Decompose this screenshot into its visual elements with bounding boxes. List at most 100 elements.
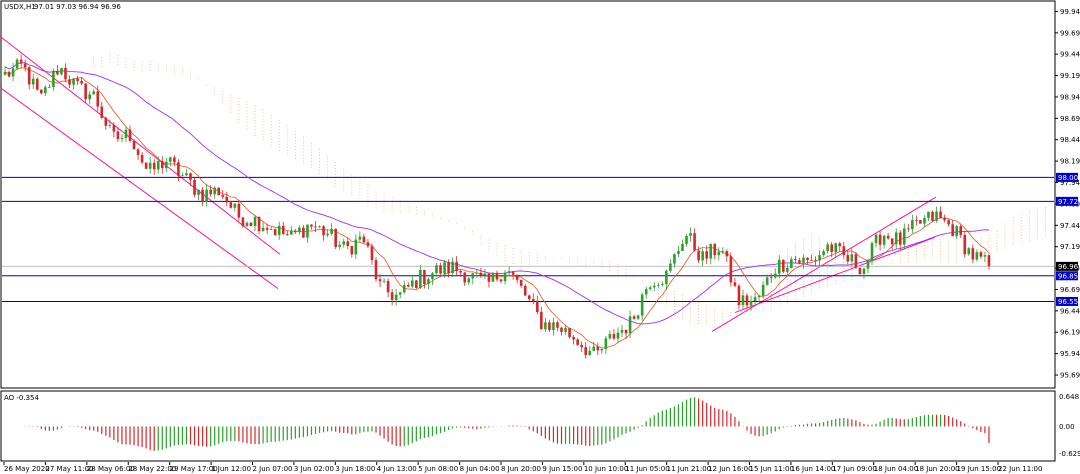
candle-body — [165, 161, 168, 169]
level-price-tag-label: 96.55 — [1058, 298, 1078, 306]
candle-body — [830, 244, 833, 253]
candle-body — [471, 273, 475, 279]
price-tick-label: 98.19 — [1060, 158, 1080, 166]
candle-body — [584, 347, 588, 355]
candle-body — [572, 336, 575, 340]
candle-body — [48, 87, 51, 88]
candle-body — [886, 235, 890, 239]
time-tick-label: 16 Jun 14:00 — [791, 465, 835, 473]
candle-body — [838, 243, 842, 247]
candle-body — [132, 140, 136, 150]
time-tick-label: 17 Jun 09:00 — [832, 465, 876, 473]
candle-body — [592, 346, 596, 351]
candle-body — [669, 263, 672, 271]
candle-body — [439, 265, 442, 274]
time-tick-label: 4 Jun 13:00 — [377, 465, 417, 473]
candle-body — [346, 241, 350, 246]
candle-body — [862, 268, 866, 275]
level-price-tag-label: 97.72 — [1058, 198, 1078, 206]
candle-body — [677, 250, 680, 255]
candle-body — [568, 327, 571, 337]
trading-chart[interactable]: 99.94 99.69 99.44 99.19 98.94 98.69 98.44 98.19… — [0, 0, 1080, 474]
candle-body — [697, 250, 700, 261]
candle-body — [580, 344, 583, 348]
candle-body — [556, 322, 559, 328]
candle-body — [229, 202, 233, 208]
candle-body — [209, 189, 212, 195]
candle-body — [245, 222, 249, 227]
time-tick-label: 26 May 2020 — [4, 465, 50, 473]
candle-body — [923, 217, 926, 224]
time-tick-label: 3 Jun 18:00 — [335, 465, 375, 473]
candle-body — [294, 230, 297, 233]
candle-body — [955, 226, 959, 237]
candle-body — [56, 70, 59, 75]
candle-body — [818, 255, 821, 261]
candle-body — [241, 217, 245, 227]
price-tick-label: 95.69 — [1060, 372, 1080, 380]
candle-body — [281, 225, 285, 234]
candle-body — [451, 261, 454, 274]
candle-body — [169, 157, 172, 162]
candle-body — [983, 255, 987, 257]
price-tick-label: 96.69 — [1060, 286, 1080, 294]
candle-body — [128, 129, 132, 141]
candle-body — [108, 125, 112, 126]
candle-body — [725, 251, 729, 257]
time-tick-label: 22 Jun 11:00 — [998, 465, 1042, 473]
candle-body — [911, 220, 914, 230]
candle-body — [761, 284, 765, 296]
candle-body — [701, 251, 704, 261]
candle-body — [136, 149, 140, 155]
candle-body — [415, 280, 418, 288]
candle-body — [354, 239, 358, 255]
price-tick-label: 97.44 — [1060, 222, 1080, 230]
candle-body — [233, 203, 237, 208]
price-tick-label: 97.19 — [1060, 243, 1080, 251]
candle-body — [596, 346, 600, 351]
candle-body — [334, 228, 337, 247]
candle-body — [277, 225, 281, 235]
candle-body — [410, 280, 414, 287]
candle-body — [116, 131, 120, 140]
time-tick-label: 11 Jun 05:00 — [625, 465, 669, 473]
candle-body — [285, 233, 289, 235]
candle-body — [842, 246, 846, 256]
candle-body — [959, 226, 963, 235]
candle-body — [902, 228, 906, 245]
candle-body — [576, 339, 579, 345]
candle-body — [318, 226, 321, 228]
ao-panel[interactable] — [0, 390, 1056, 462]
candle-body — [519, 279, 523, 286]
candle-body — [721, 251, 725, 252]
candle-body — [661, 283, 664, 285]
candle-body — [120, 137, 124, 140]
candle-body — [854, 254, 858, 268]
candle-body — [673, 254, 676, 264]
candle-body — [72, 78, 75, 85]
candle-body — [947, 220, 950, 225]
candle-body — [802, 257, 805, 263]
candle-body — [794, 259, 797, 261]
price-panel[interactable] — [0, 0, 1056, 389]
candle-body — [322, 226, 325, 236]
price-axis: 99.94 99.69 99.44 99.19 98.94 98.69 98.44 98.19… — [1055, 8, 1080, 380]
candle-body — [491, 272, 495, 282]
candle-body — [124, 129, 128, 138]
candle-body — [382, 280, 386, 282]
candle-body — [386, 280, 390, 293]
candle-body — [536, 300, 539, 313]
candle-body — [769, 277, 773, 279]
time-tick-label: 8 Jun 20:00 — [501, 465, 541, 473]
candle-body — [44, 87, 47, 94]
candle-body — [777, 259, 781, 274]
time-tick-label: 10 Jun 10:00 — [584, 465, 628, 473]
candle-body — [564, 327, 567, 332]
candle-body — [717, 251, 721, 256]
candle-body — [265, 227, 269, 230]
candle-body — [31, 78, 35, 85]
price-tick-label: 98.94 — [1060, 93, 1080, 101]
candle-body — [745, 295, 749, 306]
candle-body — [306, 224, 309, 238]
candle-body — [160, 161, 164, 169]
